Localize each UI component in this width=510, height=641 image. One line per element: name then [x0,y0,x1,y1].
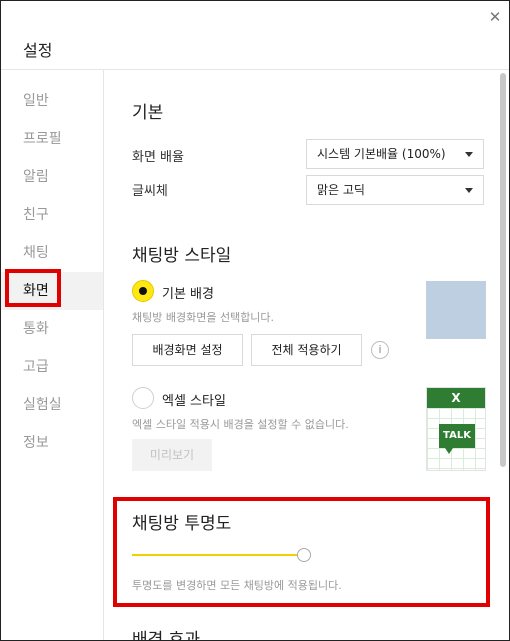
preview-button[interactable]: 미리보기 [132,439,212,471]
excel-style-desc: 엑셀 스타일 적용시 배경을 설정할 수 없습니다. [132,418,349,431]
sidebar-item-lab[interactable]: 실험실 [1,386,103,424]
sidebar-item-label: 프로필 [23,131,62,147]
sidebar-item-label: 정보 [23,435,49,451]
font-label: 글씨체 [132,184,168,199]
sidebar-item-friends[interactable]: 친구 [1,196,103,234]
sidebar: 일반 프로필 알림 친구 채팅 화면 통화 고급 실험실 정보 [1,70,104,640]
sidebar-item-label: 채팅 [23,245,49,261]
excel-style-thumbnail: X TALK [426,387,486,471]
set-background-button[interactable]: 배경화면 설정 [132,334,243,366]
chevron-down-icon [465,152,473,157]
radio-default-background[interactable] [132,280,154,302]
info-icon[interactable]: i [371,341,389,359]
sidebar-item-label: 친구 [23,207,49,223]
sidebar-item-general[interactable]: 일반 [1,82,103,120]
sidebar-item-label: 실험실 [23,397,62,413]
sidebar-item-label: 통화 [23,321,49,337]
sidebar-item-notifications[interactable]: 알림 [1,158,103,196]
font-select[interactable]: 맑은 고딕 [306,175,484,205]
zoom-label: 화면 배율 [132,150,184,165]
sidebar-item-label: 고급 [23,359,49,375]
excel-thumbnail-header: X [427,388,485,408]
zoom-select[interactable]: 시스템 기본배율 (100%) [306,139,484,169]
radio-excel-style[interactable] [132,387,154,409]
sidebar-item-label: 일반 [23,93,49,109]
default-background-desc: 채팅방 배경화면을 선택합니다. [132,311,275,324]
section-heading-chatroom-style: 채팅방 스타일 [132,246,232,266]
highlight-box-display [5,269,61,307]
zoom-select-value: 시스템 기본배율 (100%) [317,147,446,161]
talk-badge-tail [445,448,453,454]
default-background-label: 기본 배경 [162,287,214,302]
background-thumbnail[interactable] [426,281,486,339]
window-title: 설정 [23,41,53,60]
section-heading-background-effect: 배경 효과 [132,630,200,641]
sidebar-item-advanced[interactable]: 고급 [1,348,103,386]
sidebar-item-chat[interactable]: 채팅 [1,234,103,272]
sidebar-item-label: 알림 [23,169,49,185]
apply-all-button[interactable]: 전체 적용하기 [251,334,362,366]
settings-window: ✕ 설정 일반 프로필 알림 친구 채팅 화면 통화 고급 실험실 정보 기본 … [0,0,510,641]
section-heading-basic: 기본 [132,103,164,123]
font-select-value: 맑은 고딕 [317,183,365,197]
excel-style-label: 엑셀 스타일 [162,394,226,409]
talk-badge-icon: TALK [439,424,475,448]
highlight-box-transparency [113,497,490,607]
sidebar-item-info[interactable]: 정보 [1,424,103,462]
chevron-down-icon [465,188,473,193]
sidebar-item-calls[interactable]: 통화 [1,310,103,348]
sidebar-item-profile[interactable]: 프로필 [1,120,103,158]
close-icon[interactable]: ✕ [485,7,505,27]
scrollbar-thumb[interactable] [500,73,506,467]
